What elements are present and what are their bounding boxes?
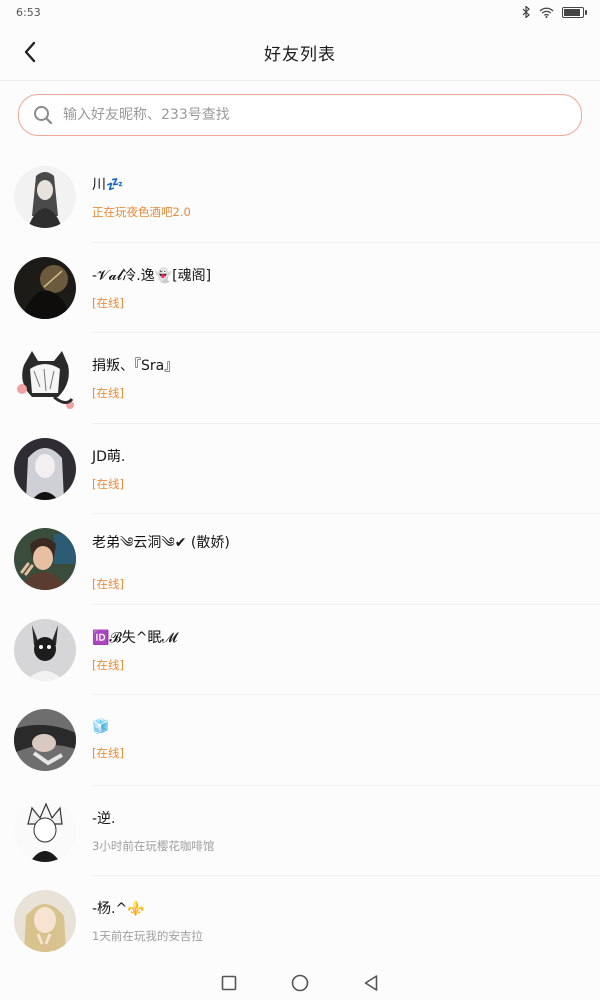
- friend-name: 川💤: [92, 177, 124, 194]
- avatar[interactable]: [14, 256, 76, 319]
- friend-row[interactable]: -杨.^⚜️ 1天前在玩我的安吉拉: [0, 876, 600, 967]
- recent-apps-icon: [221, 975, 237, 991]
- friend-row[interactable]: 川💤 正在玩夜色酒吧2.0: [0, 152, 600, 243]
- friend-row[interactable]: 捐叛、『Sra』 [在线]: [0, 333, 600, 424]
- search-input[interactable]: [61, 106, 567, 124]
- back-button[interactable]: [18, 38, 42, 66]
- friend-row[interactable]: JD萌. [在线]: [0, 424, 600, 515]
- system-nav-bar: [0, 966, 600, 1000]
- avatar[interactable]: [14, 890, 76, 953]
- page-title: 好友列表: [264, 44, 336, 65]
- friend-name: 🧊: [92, 719, 110, 736]
- friend-name: 捐叛、『Sra』: [92, 358, 179, 375]
- search-bar: [18, 94, 582, 136]
- friend-row[interactable]: 老弟༄云洞༄✔ (散娇) [在线]: [0, 514, 600, 605]
- friend-row[interactable]: -𝓥𝓪𝓵冷.逸👻[魂阁] [在线]: [0, 243, 600, 334]
- home-icon: [291, 974, 309, 992]
- friend-row[interactable]: 🆔𝓑失^眠𝓜 [在线]: [0, 605, 600, 696]
- bluetooth-icon: [522, 6, 530, 18]
- friend-status: [在线]: [92, 295, 124, 310]
- friend-row[interactable]: -逆. 3小时前在玩樱花咖啡馆: [0, 786, 600, 877]
- clock: 6:53: [16, 5, 41, 19]
- friend-name: -杨.^⚜️: [92, 901, 145, 918]
- avatar[interactable]: [14, 347, 76, 410]
- friend-name: -𝓥𝓪𝓵冷.逸👻[魂阁]: [92, 267, 212, 284]
- header: 好友列表: [0, 24, 600, 81]
- friend-name: 老弟༄云洞༄✔ (散娇): [92, 535, 230, 552]
- avatar[interactable]: [14, 709, 76, 772]
- avatar[interactable]: [14, 528, 76, 591]
- friend-status: 正在玩夜色酒吧2.0: [92, 205, 191, 220]
- friend-status: [在线]: [92, 746, 124, 761]
- status-bar: 6:53: [0, 0, 600, 24]
- friend-status: [在线]: [92, 577, 124, 592]
- status-icons: [522, 6, 587, 18]
- friend-name: -逆.: [92, 810, 116, 827]
- friend-status: [在线]: [92, 657, 124, 672]
- search-icon: [34, 106, 53, 125]
- avatar[interactable]: [14, 799, 76, 862]
- wifi-icon: [539, 7, 554, 18]
- avatar[interactable]: [14, 437, 76, 500]
- chevron-left-icon: [24, 41, 36, 63]
- friend-status: [在线]: [92, 386, 124, 401]
- friend-status: 3小时前在玩樱花咖啡馆: [92, 838, 215, 853]
- system-back-button[interactable]: [363, 974, 379, 992]
- friend-name: 🆔𝓑失^眠𝓜: [92, 629, 178, 646]
- recent-apps-button[interactable]: [221, 975, 237, 991]
- friend-name: JD萌.: [92, 448, 126, 465]
- friend-row[interactable]: 🧊 [在线]: [0, 695, 600, 786]
- avatar[interactable]: [14, 618, 76, 681]
- battery-icon: [562, 6, 587, 18]
- friend-status: 1天前在玩我的安吉拉: [92, 929, 203, 944]
- search-box[interactable]: [18, 94, 582, 136]
- friend-status: [在线]: [92, 476, 124, 491]
- home-button[interactable]: [291, 974, 309, 992]
- back-triangle-icon: [364, 975, 378, 991]
- friend-list: 川💤 正在玩夜色酒吧2.0 -𝓥𝓪𝓵冷.逸👻[魂阁] [在线] 捐叛、『Sra』…: [0, 152, 600, 967]
- avatar[interactable]: [14, 166, 76, 229]
